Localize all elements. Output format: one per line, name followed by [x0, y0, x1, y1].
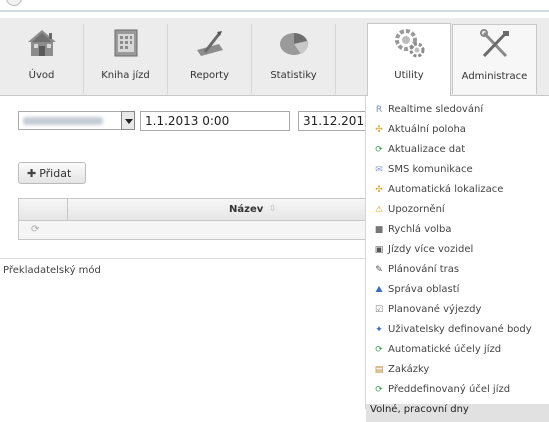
- vehicle-select-value-redacted: [23, 117, 103, 125]
- tools-icon: [480, 29, 509, 58]
- utility-menu-item[interactable]: R Realtime sledování: [366, 104, 549, 122]
- utility-menu-item[interactable]: ✎ Plánování tras: [366, 264, 549, 282]
- utility-menu-item[interactable]: ⛰ Správa oblastí: [366, 284, 549, 302]
- refresh-icon: ⟳: [375, 345, 383, 355]
- nav-item-kniha-jizd[interactable]: Kniha jízd: [84, 24, 168, 94]
- add-button[interactable]: ✚ Přidat: [18, 162, 86, 184]
- utility-menu-item-label: Správa oblastí: [388, 284, 460, 295]
- nav-label: Reporty: [189, 70, 230, 81]
- vehicles-icon: ▣: [374, 245, 384, 255]
- location-icon: ✣: [375, 185, 383, 195]
- checklist-icon: ☑: [374, 305, 384, 315]
- corner-circle-icon: [6, 0, 22, 6]
- nav-item-reporty[interactable]: Reporty: [168, 24, 252, 94]
- gears-icon: [395, 29, 425, 58]
- nav-label: Administrace: [461, 71, 528, 82]
- square-icon: ■: [374, 225, 384, 235]
- translator-mode-label[interactable]: Překladatelský mód: [3, 265, 101, 276]
- chevron-down-icon[interactable]: [121, 111, 135, 130]
- utility-dropdown-menu: R Realtime sledování ✣ Aktuální poloha ⟳ Aktu…: [365, 96, 549, 422]
- utility-menu-item[interactable]: ▣ Jízdy více vozidel: [366, 244, 549, 262]
- home-icon: [28, 30, 56, 56]
- refresh-icon: ⟳: [375, 145, 383, 155]
- area-icon: ⛰: [375, 285, 383, 295]
- realtime-icon: R: [375, 105, 383, 115]
- plus-icon: ✚: [27, 167, 37, 180]
- utility-menu-item-label: Jízdy více vozidel: [388, 244, 474, 255]
- top-divider: [0, 10, 549, 12]
- utility-menu-item[interactable]: ⟳ Předdefinovaný účel jízd: [366, 384, 549, 402]
- data-grid: Název ⇳ ⟳: [18, 198, 368, 240]
- utility-menu-item-label: Aktualizace dat: [388, 144, 466, 155]
- utility-menu-item-label: SMS komunikace: [388, 164, 473, 175]
- date-from-field[interactable]: 1.1.2013 0:00: [140, 111, 290, 131]
- warning-icon: ⚠: [374, 205, 384, 215]
- chart-icon: [280, 33, 308, 55]
- utility-menu-item-label: Volné, pracovní dny: [370, 404, 469, 415]
- vehicle-select[interactable]: [18, 111, 135, 130]
- grid-header-name[interactable]: Název: [229, 204, 263, 215]
- utility-menu-item-label: Automatické účely jízd: [388, 344, 502, 355]
- grid-column-divider: [67, 199, 68, 221]
- utility-menu-item-label: Uživatelsky definované body: [388, 324, 532, 335]
- utility-menu-item-label: Realtime sledování: [388, 104, 484, 115]
- nav-item-uvod[interactable]: Úvod: [0, 24, 84, 94]
- utility-menu-item-label: Plánování tras: [388, 264, 460, 275]
- utility-menu-item-label: Automatická lokalizace: [388, 184, 504, 195]
- utility-menu-item[interactable]: ✣ Aktuální poloha: [366, 124, 549, 142]
- envelope-icon: ✉: [375, 165, 383, 175]
- utility-menu-item[interactable]: ⟳ Automatické účely jízd: [366, 344, 549, 362]
- order-icon: ▤: [374, 365, 384, 375]
- pencil-icon: ✎: [375, 265, 383, 275]
- nav-label: Statistiky: [270, 70, 317, 81]
- utility-menu-item-label: Zakázky: [388, 364, 430, 375]
- grid-filter-row: ⟳: [19, 221, 367, 239]
- nav-label: Kniha jízd: [101, 70, 150, 81]
- book-icon: [114, 29, 138, 57]
- pin-icon: ✦: [375, 325, 383, 335]
- utility-menu-item-label: Aktuální poloha: [388, 124, 466, 135]
- add-button-label: Přidat: [39, 167, 72, 180]
- nav-label: Úvod: [28, 70, 55, 81]
- grid-header: Název ⇳: [19, 199, 367, 221]
- utility-menu-item-label: Rychlá volba: [388, 224, 452, 235]
- utility-menu-item[interactable]: ■ Rychlá volba: [366, 224, 549, 242]
- utility-menu-item[interactable]: ⚠ Upozornění: [366, 204, 549, 222]
- date-to-field[interactable]: 31.12.201: [298, 111, 368, 131]
- utility-menu-item-label: Předdefinovaný účel jízd: [388, 384, 511, 395]
- location-icon: ✣: [375, 125, 383, 135]
- utility-menu-item[interactable]: ✦ Uživatelsky definované body: [366, 324, 549, 342]
- utility-menu-item[interactable]: ☑ Planované výjezdy: [366, 304, 549, 322]
- sort-icon[interactable]: ⇳: [269, 204, 277, 214]
- utility-menu-item[interactable]: ✣ Automatická lokalizace: [366, 184, 549, 202]
- nav-label: Utility: [394, 70, 424, 81]
- top-bar: [0, 0, 549, 18]
- utility-menu-item[interactable]: Volné, pracovní dny: [366, 404, 549, 422]
- utility-menu-item[interactable]: ✉ SMS komunikace: [366, 164, 549, 182]
- utility-menu-item-label: Upozornění: [388, 204, 445, 215]
- main-navigation: Úvod Kniha jízd Reporty Statistiky Utili…: [0, 18, 549, 96]
- nav-item-administrace[interactable]: Administrace: [452, 24, 537, 94]
- nav-item-statistiky[interactable]: Statistiky: [252, 24, 336, 94]
- utility-menu-item[interactable]: ▤ Zakázky: [366, 364, 549, 382]
- utility-menu-item-label: Planované výjezdy: [388, 304, 482, 315]
- report-icon: [197, 31, 223, 56]
- refresh-icon[interactable]: ⟳: [31, 224, 39, 235]
- nav-item-utility[interactable]: Utility: [367, 23, 451, 96]
- utility-menu-item[interactable]: ⟳ Aktualizace dat: [366, 144, 549, 162]
- refresh-icon: ⟳: [375, 385, 383, 395]
